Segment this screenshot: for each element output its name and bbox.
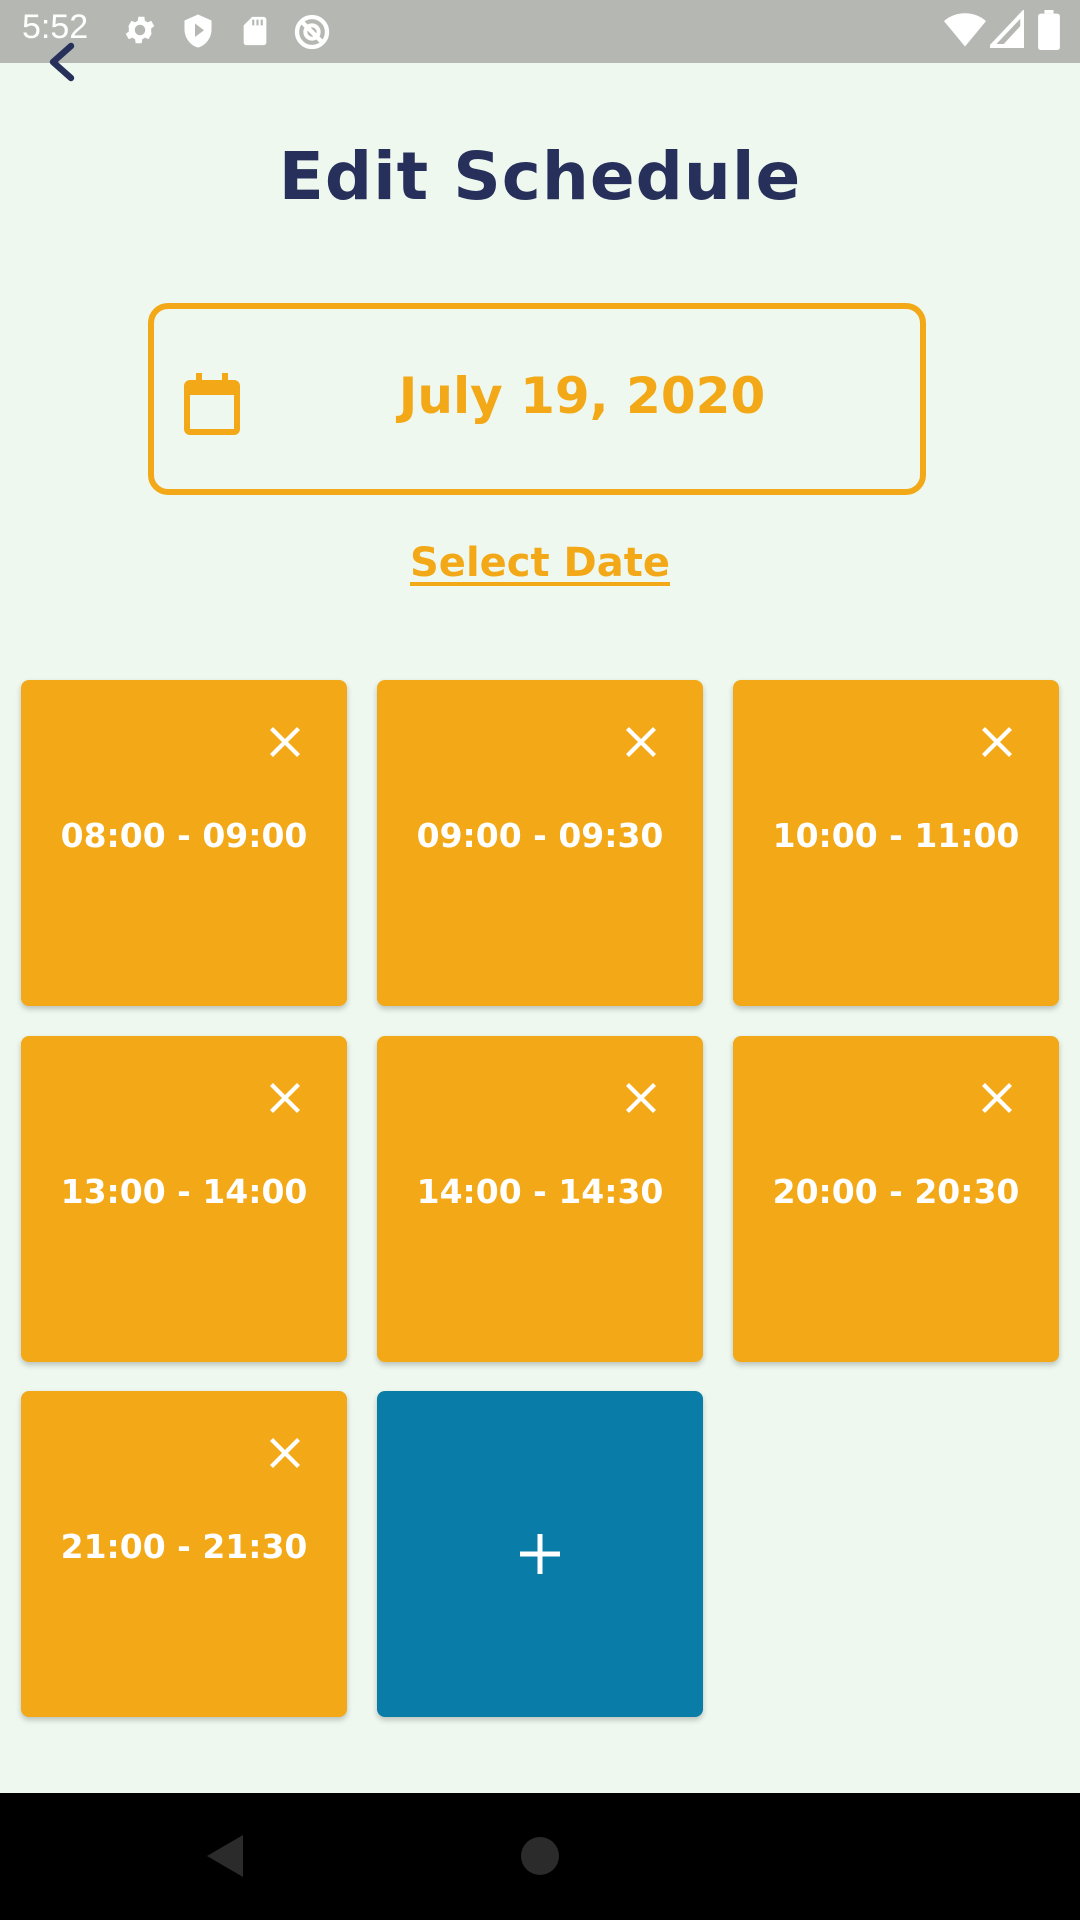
time-slot-label: 13:00 - 14:00 <box>60 1172 308 1211</box>
plus-icon <box>520 1534 560 1574</box>
battery-icon <box>1038 10 1060 50</box>
system-nav-bar <box>0 1793 1080 1920</box>
sd-card-icon <box>243 16 267 46</box>
time-slot-tile[interactable]: 14:00 - 14:30 <box>377 1036 703 1362</box>
select-date-link-row: Select Date <box>0 540 1080 586</box>
back-button[interactable] <box>40 40 84 84</box>
gear-icon <box>125 16 155 44</box>
time-slot-label: 21:00 - 21:30 <box>60 1527 308 1566</box>
back-triangle-icon[interactable] <box>205 1833 245 1879</box>
time-slot-label: 14:00 - 14:30 <box>416 1172 664 1211</box>
time-slot-label: 09:00 - 09:30 <box>416 816 664 855</box>
time-slot-label: 10:00 - 11:00 <box>772 816 1020 855</box>
home-circle-icon[interactable] <box>519 1835 561 1877</box>
time-slot-tile[interactable]: 13:00 - 14:00 <box>21 1036 347 1362</box>
add-slot-button[interactable] <box>377 1391 703 1717</box>
time-slot-tile[interactable]: 20:00 - 20:30 <box>733 1036 1059 1362</box>
time-slot-tile[interactable]: 08:00 - 09:00 <box>21 680 347 1006</box>
close-icon[interactable] <box>979 1080 1015 1116</box>
select-date-link[interactable]: Select Date <box>410 540 670 586</box>
time-slot-tile[interactable]: 21:00 - 21:30 <box>21 1391 347 1717</box>
chevron-left-icon <box>49 42 75 82</box>
close-icon[interactable] <box>979 724 1015 760</box>
time-slot-tile[interactable]: 09:00 - 09:30 <box>377 680 703 1006</box>
time-slot-label: 20:00 - 20:30 <box>772 1172 1020 1211</box>
close-icon[interactable] <box>267 1080 303 1116</box>
time-slot-label: 08:00 - 09:00 <box>60 816 308 855</box>
calendar-icon <box>184 373 240 435</box>
date-display-box[interactable]: July 19, 2020 <box>148 303 926 495</box>
wifi-icon <box>944 13 986 47</box>
close-icon[interactable] <box>623 724 659 760</box>
close-icon[interactable] <box>623 1080 659 1116</box>
page-title: Edit Schedule <box>278 138 802 215</box>
close-icon[interactable] <box>267 1435 303 1471</box>
signal-icon <box>990 10 1024 48</box>
time-slot-tile[interactable]: 10:00 - 11:00 <box>733 680 1059 1006</box>
selected-date: July 19, 2020 <box>398 367 766 425</box>
no-sync-icon <box>294 14 330 50</box>
status-bar: 5:52 <box>0 0 1080 63</box>
shield-icon <box>184 14 212 48</box>
close-icon[interactable] <box>267 724 303 760</box>
